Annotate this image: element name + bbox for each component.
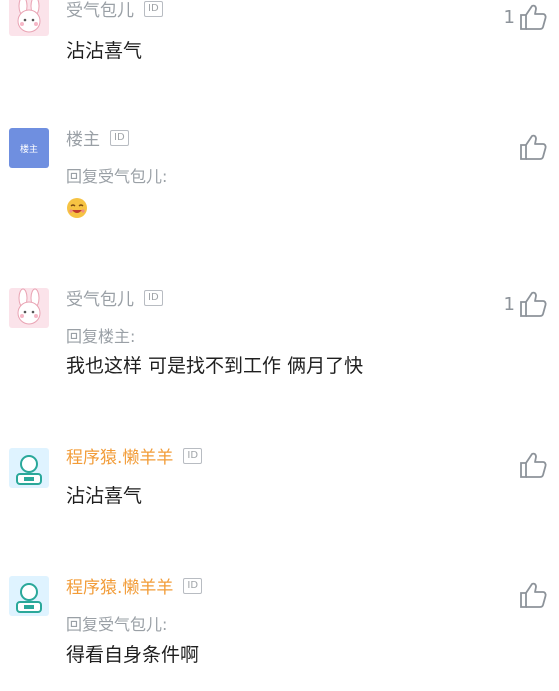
- username-text[interactable]: 受气包儿: [66, 1, 134, 21]
- id-badge: ID: [144, 1, 163, 17]
- avatar[interactable]: [9, 448, 49, 488]
- laughing-face-emoji-icon: [67, 198, 87, 218]
- id-badge: ID: [110, 130, 129, 146]
- comment-content: 沾沾喜气: [66, 40, 143, 62]
- username[interactable]: 受气包儿 ID: [66, 285, 163, 310]
- like-button[interactable]: 1: [504, 3, 548, 31]
- comment-content: 我也这样 可是找不到工作 俩月了快: [66, 355, 364, 377]
- like-count: 1: [503, 293, 515, 315]
- avatar[interactable]: 楼主: [9, 128, 49, 168]
- username[interactable]: 程序猿.懒羊羊 ID: [66, 443, 203, 468]
- thumbs-up-icon: [520, 291, 547, 317]
- username-text[interactable]: 受气包儿: [66, 290, 134, 310]
- username[interactable]: 楼主 ID: [66, 125, 129, 150]
- thumbs-up-icon: [520, 582, 547, 608]
- like-button[interactable]: [515, 581, 548, 609]
- bunny-avatar-icon: [17, 0, 41, 33]
- username[interactable]: 程序猿.懒羊羊 ID: [66, 573, 203, 598]
- username-text[interactable]: 程序猿.懒羊羊: [66, 448, 173, 468]
- username[interactable]: 受气包儿 ID: [66, 0, 163, 21]
- reply-target: 回复楼主:: [66, 327, 136, 346]
- id-badge: ID: [183, 578, 203, 594]
- comment-content: 得看自身条件啊: [66, 644, 200, 666]
- avatar[interactable]: [9, 576, 49, 616]
- username-text[interactable]: 程序猿.懒羊羊: [66, 578, 173, 598]
- thumbs-up-icon: [520, 452, 547, 478]
- thumbs-up-icon: [520, 4, 547, 30]
- username-text[interactable]: 楼主: [66, 130, 100, 150]
- like-button[interactable]: [515, 133, 548, 161]
- like-button[interactable]: 1: [504, 290, 548, 318]
- like-button[interactable]: [515, 451, 548, 479]
- bunny-avatar-icon: [17, 288, 41, 325]
- id-badge: ID: [183, 448, 203, 464]
- like-count: 1: [503, 6, 515, 28]
- comment-content: 沾沾喜气: [66, 485, 143, 507]
- coder-avatar-icon: [16, 583, 42, 613]
- thumbs-up-icon: [520, 134, 547, 160]
- avatar[interactable]: [9, 288, 49, 328]
- reply-target: 回复受气包儿:: [66, 167, 168, 186]
- avatar[interactable]: [9, 0, 49, 36]
- coder-avatar-icon: [16, 455, 42, 485]
- owner-avatar-label: 楼主: [19, 144, 38, 155]
- reply-target: 回复受气包儿:: [66, 615, 168, 634]
- id-badge: ID: [144, 290, 163, 306]
